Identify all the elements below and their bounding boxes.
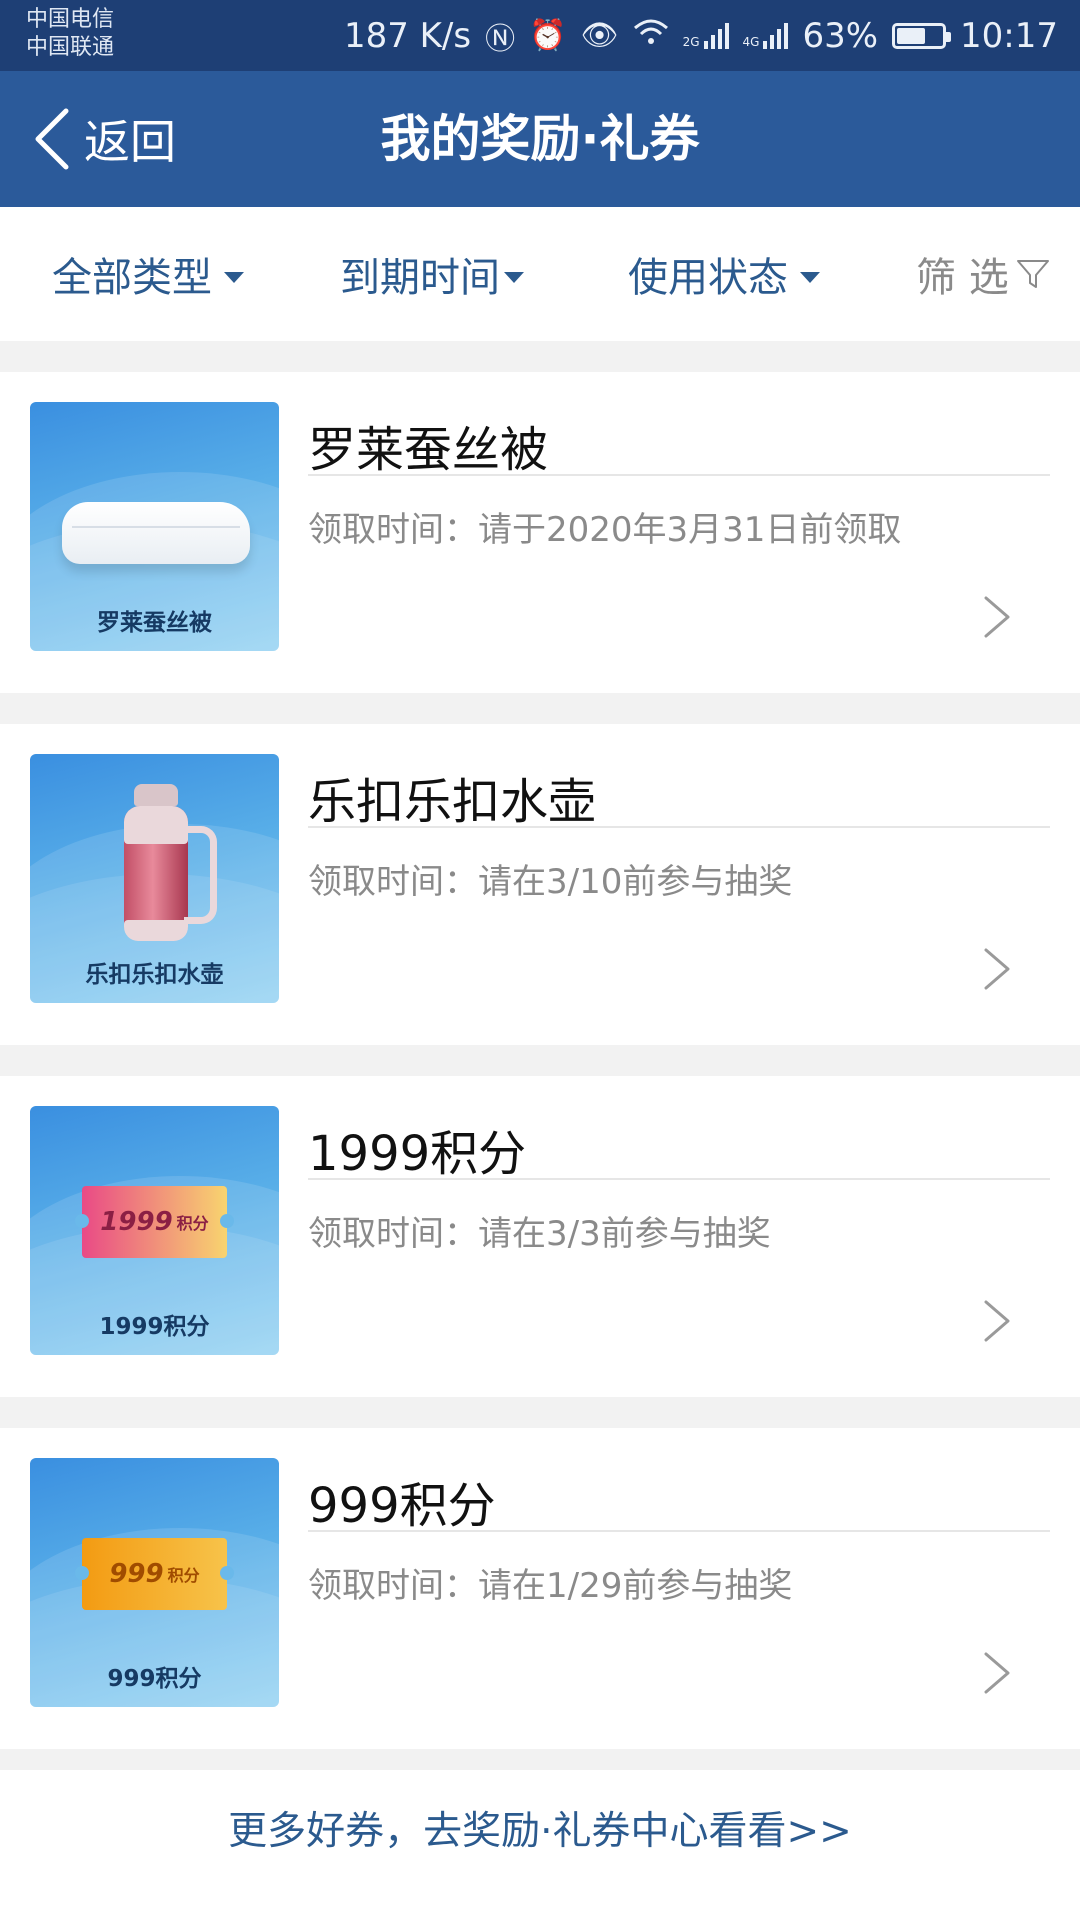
divider: [308, 826, 1050, 828]
thumbnail-caption: 999积分: [107, 1666, 202, 1692]
battery-icon: [892, 22, 952, 49]
page-title: 我的奖励·礼券: [380, 110, 700, 168]
points-ticket-image: 999 积分: [75, 1538, 234, 1610]
reward-card[interactable]: 乐扣乐扣水壶 乐扣乐扣水壶 领取时间：请在3/10前参与抽奖: [0, 724, 1080, 1045]
reward-card[interactable]: 1999 积分 1999积分 1999积分 领取时间：请在3/3前参与抽奖: [0, 1076, 1080, 1397]
claim-time: 领取时间：请于2020年3月31日前领取: [308, 510, 902, 550]
claim-time: 领取时间：请在1/29前参与抽奖: [308, 1566, 793, 1606]
thumbnail-caption: 乐扣乐扣水壶: [85, 962, 224, 988]
quilt-image: [62, 502, 250, 564]
battery-percent: 63%: [802, 15, 879, 56]
chevron-right-icon: [984, 1652, 1010, 1694]
signal-2g-icon: 2G: [683, 22, 729, 49]
wifi-icon: [633, 18, 669, 54]
reward-card[interactable]: 999 积分 999积分 999积分 领取时间：请在1/29前参与抽奖: [0, 1428, 1080, 1749]
signal-4g-icon: 4G: [743, 22, 789, 49]
nfc-icon: Ⓝ: [485, 21, 516, 57]
filter-screen-label: 筛 选: [916, 255, 1009, 301]
battery-fill: [897, 27, 925, 44]
chevron-right-icon: [984, 596, 1010, 638]
reward-thumbnail: 999 积分 999积分: [30, 1458, 279, 1707]
caret-down-icon: [504, 271, 524, 283]
net-speed: 187 K/s: [343, 15, 472, 56]
reward-title: 乐扣乐扣水壶: [308, 774, 597, 830]
points-ticket-image: 1999 积分: [75, 1186, 234, 1258]
more-coupons-link[interactable]: 更多好券，去奖励·礼券中心看看>>: [0, 1800, 1080, 1856]
divider: [308, 1178, 1050, 1180]
filter-type-label: 全部类型: [52, 255, 212, 301]
claim-time: 领取时间：请在3/10前参与抽奖: [308, 862, 793, 902]
filter-type-dropdown[interactable]: 全部类型: [52, 207, 244, 341]
divider: [308, 474, 1050, 476]
reward-title: 罗莱蚕丝被: [308, 422, 549, 478]
thumbnail-caption: 1999积分: [99, 1314, 210, 1340]
status-icons: 187 K/s Ⓝ ⏰ 👁 2G 4G 63% 10:17: [344, 0, 1058, 71]
carrier-1: 中国电信: [26, 7, 115, 32]
caret-down-icon: [800, 271, 820, 283]
filter-screen-button[interactable]: 筛 选: [916, 207, 1051, 341]
thumbnail-caption: 罗莱蚕丝被: [97, 610, 212, 636]
filter-bar: 全部类型 到期时间 使用状态 筛 选: [0, 207, 1080, 341]
clock: 10:17: [960, 15, 1058, 56]
nav-bar: 返回 我的奖励·礼券: [0, 71, 1080, 207]
filter-expiry-label: 到期时间: [340, 255, 500, 301]
filter-expiry-dropdown[interactable]: 到期时间: [340, 207, 524, 341]
funnel-icon: [1016, 260, 1049, 288]
divider: [308, 1530, 1050, 1532]
carrier-info: 中国电信 中国联通: [26, 6, 114, 62]
caret-down-icon: [224, 271, 244, 283]
carrier-2: 中国联通: [26, 35, 115, 60]
alarm-icon: ⏰: [529, 18, 567, 53]
reward-thumbnail: 罗莱蚕丝被: [30, 402, 279, 651]
filter-status-dropdown[interactable]: 使用状态: [628, 207, 820, 341]
chevron-right-icon: [984, 1300, 1010, 1342]
footer: 更多好券，去奖励·礼券中心看看>>: [0, 1770, 1080, 1920]
claim-time: 领取时间：请在3/3前参与抽奖: [308, 1214, 771, 1254]
chevron-right-icon: [984, 948, 1010, 990]
reward-card[interactable]: 罗莱蚕丝被 罗莱蚕丝被 领取时间：请于2020年3月31日前领取: [0, 372, 1080, 693]
reward-thumbnail: 乐扣乐扣水壶: [30, 754, 279, 1003]
status-bar: 中国电信 中国联通 187 K/s Ⓝ ⏰ 👁 2G 4G 63% 10:17: [0, 0, 1080, 71]
reward-thumbnail: 1999 积分 1999积分: [30, 1106, 279, 1355]
filter-status-label: 使用状态: [628, 255, 788, 301]
reward-title: 1999积分: [308, 1126, 527, 1182]
reward-title: 999积分: [308, 1478, 496, 1534]
eye-icon: 👁: [580, 18, 619, 53]
